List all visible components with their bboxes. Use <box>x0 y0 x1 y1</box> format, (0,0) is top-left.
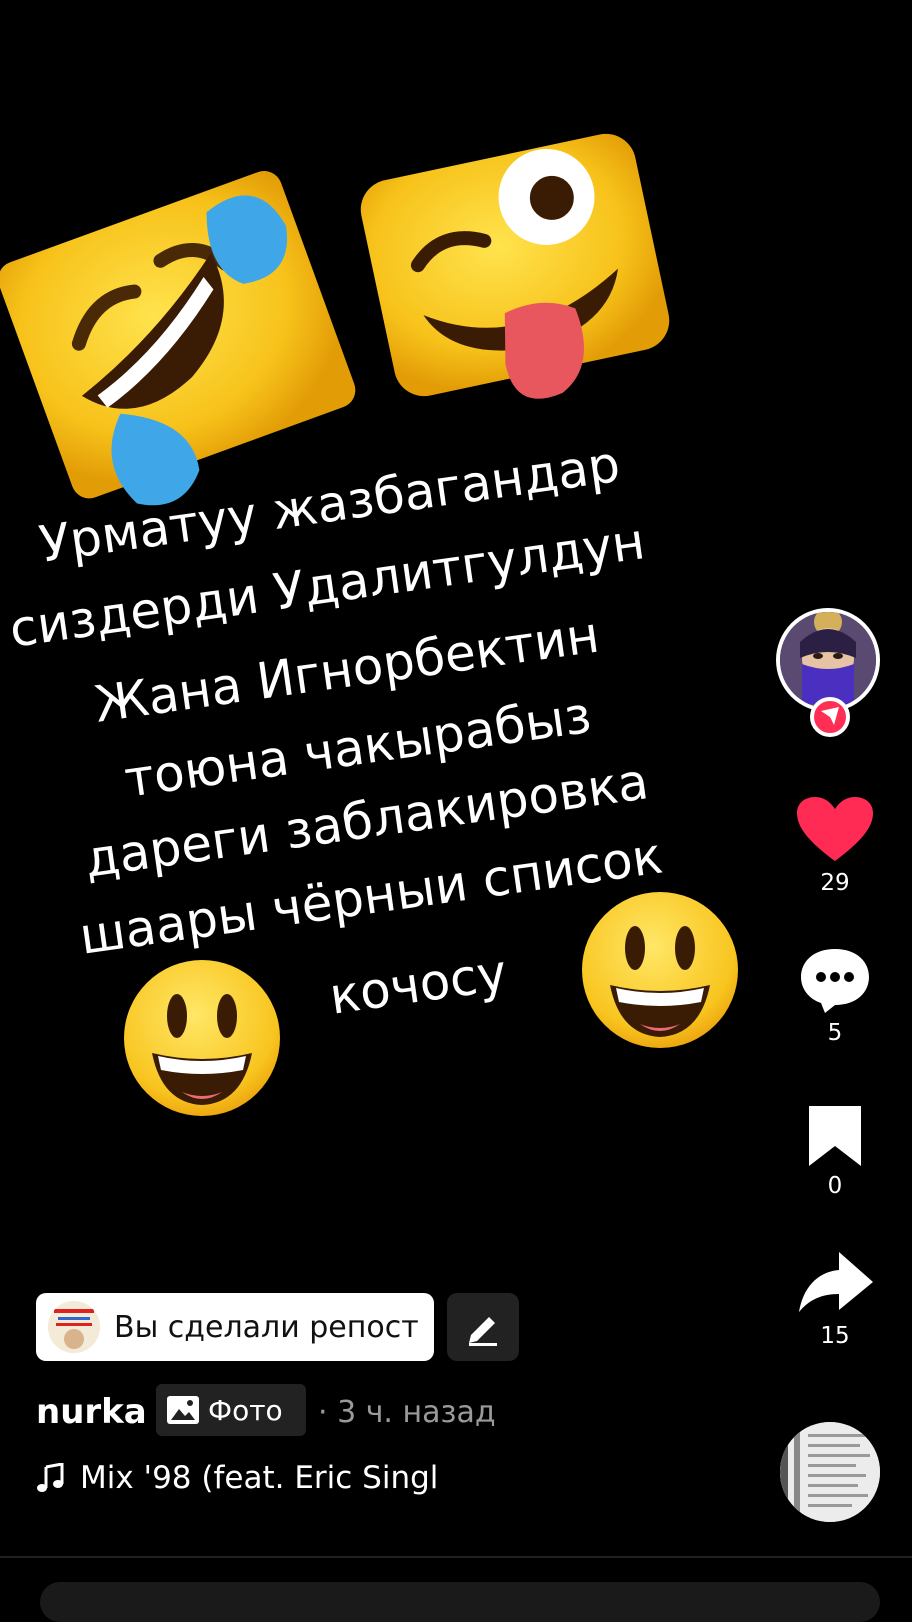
music-note-icon <box>37 1463 64 1492</box>
edit-repost-button[interactable] <box>447 1293 519 1361</box>
share-button[interactable]: 15 <box>775 1248 895 1349</box>
like-count: 29 <box>820 870 850 896</box>
follow-button[interactable] <box>810 697 850 737</box>
music-title: Mix '98 (feat. Eric Singl <box>80 1460 439 1496</box>
repost-avatar <box>48 1301 100 1353</box>
save-button[interactable]: 0 <box>775 1106 895 1199</box>
send-icon <box>821 707 839 725</box>
rofl-emoji <box>0 171 356 506</box>
zany-face-emoji <box>360 133 670 399</box>
comment-count: 5 <box>827 1020 843 1046</box>
image-icon <box>167 1396 199 1424</box>
pencil-icon <box>469 1317 497 1346</box>
music-info[interactable]: Mix '98 (feat. Eric Singl <box>36 1460 496 1496</box>
repost-indicator[interactable]: Вы сделали репост <box>36 1293 434 1361</box>
author-username[interactable]: nurka <box>36 1392 147 1432</box>
comment-button[interactable]: 5 <box>775 945 895 1046</box>
bookmark-icon <box>809 1106 861 1166</box>
share-icon <box>799 1252 873 1312</box>
like-button[interactable]: 29 <box>775 795 895 896</box>
music-disc[interactable] <box>780 1422 880 1522</box>
comment-icon <box>801 949 869 1013</box>
grinning-face-emoji <box>124 960 280 1116</box>
comment-input-bar[interactable] <box>40 1582 880 1622</box>
divider <box>0 1556 912 1558</box>
grinning-face-emoji <box>582 892 738 1048</box>
photo-type-badge[interactable]: Фото <box>156 1384 306 1436</box>
repost-label: Вы сделали репост <box>114 1309 419 1345</box>
heart-icon <box>797 797 873 861</box>
photo-type-label: Фото <box>208 1393 283 1427</box>
post-time: · 3 ч. назад <box>318 1395 496 1430</box>
save-count: 0 <box>827 1173 843 1199</box>
share-count: 15 <box>820 1323 850 1349</box>
